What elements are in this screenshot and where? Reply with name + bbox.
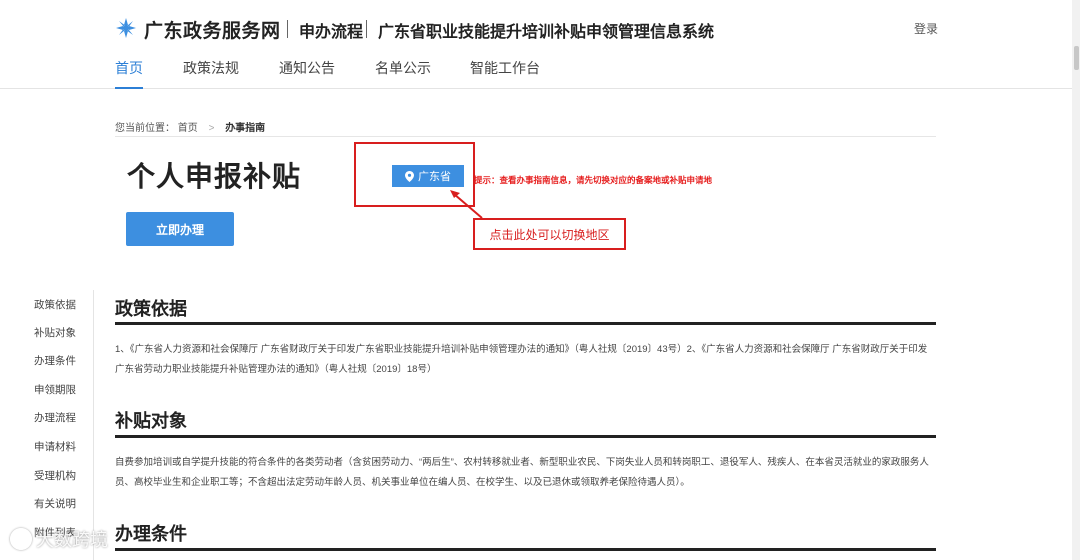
page-title: 个人申报补贴	[127, 161, 302, 192]
nav-policy[interactable]: 政策法规	[183, 58, 239, 87]
apply-now-button[interactable]: 立即办理	[126, 212, 234, 246]
side-nav-conditions[interactable]: 办理条件	[34, 353, 76, 368]
gov-logo-icon	[116, 18, 136, 38]
side-nav-target[interactable]: 补贴对象	[34, 325, 76, 340]
side-nav-agency[interactable]: 受理机构	[34, 468, 76, 483]
breadcrumb-prefix: 您当前位置：	[115, 123, 175, 134]
login-link[interactable]: 登录	[914, 20, 938, 37]
breadcrumb-separator-icon: >	[208, 123, 215, 134]
section-title-target: 补贴对象	[115, 411, 187, 431]
annotation-callout: 点击此处可以切换地区	[473, 218, 626, 250]
breadcrumb: 您当前位置： 首页 > 办事指南	[115, 119, 265, 134]
section-title-conditions: 办理条件	[115, 524, 187, 544]
main-nav: 首页 政策法规 通知公告 名单公示 智能工作台	[0, 58, 1072, 89]
side-nav-policy[interactable]: 政策依据	[34, 297, 76, 312]
side-nav-deadline[interactable]: 申领期限	[34, 382, 76, 397]
side-nav-materials[interactable]: 申请材料	[34, 439, 76, 454]
brand-name[interactable]: 广东政务服务网	[144, 16, 281, 43]
nav-workbench[interactable]: 智能工作台	[470, 58, 540, 87]
header-divider	[287, 20, 288, 38]
section-title-policy: 政策依据	[115, 299, 187, 319]
nav-publicity[interactable]: 名单公示	[375, 58, 431, 87]
region-tip: 提示：查看办事指南信息，请先切换对应的备案地或补贴申请地	[474, 175, 713, 185]
side-nav-divider	[93, 290, 94, 560]
section-text-policy: 1、《广东省人力资源和社会保障厅 广东省财政厅关于印发广东省职业技能提升培训补贴…	[115, 344, 928, 375]
system-title: 广东省职业技能提升培训补贴申领管理信息系统	[378, 24, 715, 41]
scrollbar-thumb[interactable]	[1074, 46, 1079, 70]
header-divider	[366, 20, 367, 38]
nav-notices[interactable]: 通知公告	[279, 58, 335, 87]
nav-home[interactable]: 首页	[115, 58, 143, 89]
site-header: 广东政务服务网 申办流程 广东省职业技能提升培训补贴申领管理信息系统 登录 首页…	[0, 0, 1072, 89]
header-section: 申办流程	[299, 24, 364, 41]
watermark-logo-icon	[10, 528, 32, 550]
breadcrumb-home[interactable]: 首页	[178, 123, 198, 134]
watermark-text: 大数跨境	[36, 530, 108, 550]
watermark: 大数跨境	[10, 526, 108, 552]
section-rule	[115, 548, 936, 551]
section-rule	[115, 322, 936, 325]
section-rule	[115, 435, 936, 438]
side-nav-notes[interactable]: 有关说明	[34, 496, 76, 511]
breadcrumb-current: 办事指南	[225, 123, 266, 134]
section-text-target: 自费参加培训或自学提升技能的符合条件的各类劳动者（含贫困劳动力、“两后生”、农村…	[115, 457, 929, 488]
breadcrumb-divider	[115, 136, 936, 137]
side-nav-process[interactable]: 办理流程	[34, 410, 76, 425]
page-scrollbar[interactable]	[1072, 0, 1080, 560]
